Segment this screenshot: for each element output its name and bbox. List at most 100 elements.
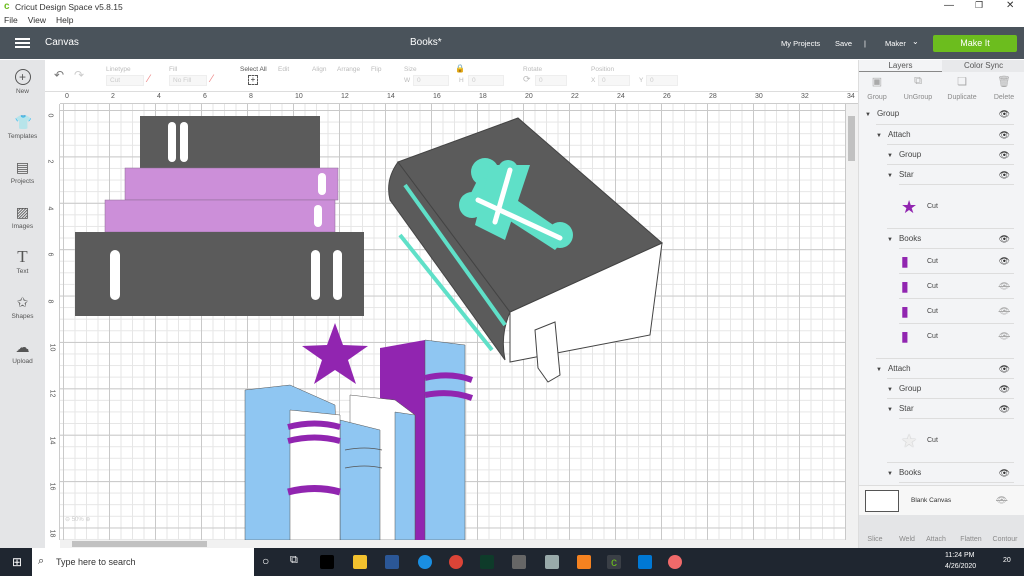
fill-select[interactable]: No Fill xyxy=(169,75,207,86)
standing-books-artwork[interactable] xyxy=(244,323,474,540)
stacked-books-artwork[interactable] xyxy=(75,116,364,316)
blank-canvas-row[interactable]: Blank Canvas 👁 xyxy=(859,485,1024,515)
save-button[interactable]: Save xyxy=(835,39,852,48)
caret-down-icon[interactable]: ▼ xyxy=(876,367,882,373)
eye-hidden-icon[interactable]: 👁 xyxy=(999,274,1010,299)
close-button[interactable]: ✕ xyxy=(1006,0,1014,11)
zoom-in-button[interactable]: ⊕ xyxy=(85,517,90,523)
layer-row[interactable]: ▼ Group 👁 xyxy=(887,144,1014,164)
taskbar-search-input[interactable]: Type here to search xyxy=(32,548,254,576)
layer-row[interactable]: ★ Cut xyxy=(899,418,1014,462)
taskbar-app-icon[interactable] xyxy=(480,555,494,569)
word-icon[interactable] xyxy=(385,555,399,569)
scroll-thumb[interactable] xyxy=(72,541,207,547)
eye-hidden-icon[interactable]: 👁 xyxy=(999,299,1010,324)
caret-down-icon[interactable]: ▼ xyxy=(887,471,893,477)
group-button[interactable]: Group xyxy=(856,93,898,102)
height-input[interactable]: 0 xyxy=(468,75,504,86)
y-input[interactable]: 0 xyxy=(646,75,678,86)
contour-button[interactable]: Contour xyxy=(984,535,1024,544)
clock-time[interactable]: 11:24 PM xyxy=(945,552,974,559)
arrange-label[interactable]: Arrange xyxy=(337,66,360,73)
sidebar-item-upload[interactable]: ☁ Upload xyxy=(0,339,45,365)
redo-icon[interactable]: ↷ xyxy=(74,68,84,82)
eye-icon[interactable]: 👁 xyxy=(999,145,1010,165)
caret-down-icon[interactable]: ▼ xyxy=(887,153,893,159)
make-it-button[interactable]: Make It xyxy=(933,35,1017,52)
layer-row[interactable]: ▼ Group 👁 xyxy=(865,104,1014,124)
caret-down-icon[interactable]: ▼ xyxy=(887,173,893,179)
delete-button[interactable]: Delete xyxy=(983,93,1024,102)
layer-row[interactable]: ▼ Star 👁 xyxy=(887,398,1014,418)
taskbar-app-icon[interactable] xyxy=(512,555,526,569)
internet-explorer-icon[interactable] xyxy=(418,555,432,569)
linetype-select[interactable]: Cut xyxy=(106,75,144,86)
rotate-input[interactable]: 0 xyxy=(535,75,567,86)
select-all-label[interactable]: Select All xyxy=(240,66,267,73)
sidebar-item-text[interactable]: T Text xyxy=(0,248,45,275)
design-canvas[interactable]: ⊖ 50% ⊕ xyxy=(60,104,846,540)
layer-row[interactable]: ▮ Cut 👁 xyxy=(899,298,1014,323)
layer-row[interactable]: ▮ Cut 👁 xyxy=(899,323,1014,348)
layer-row[interactable]: ▼ Books 👁 xyxy=(887,228,1014,248)
my-projects-link[interactable]: My Projects xyxy=(781,39,820,48)
eye-hidden-icon[interactable]: 👁 xyxy=(996,495,1007,506)
caret-down-icon[interactable]: ▼ xyxy=(887,237,893,243)
layer-row[interactable]: ▮ Cut 👁 xyxy=(899,482,1014,484)
menu-view[interactable]: View xyxy=(28,15,46,25)
sidebar-item-images[interactable]: ▨ Images xyxy=(0,204,45,230)
fill-color-swatch[interactable]: ⁄ xyxy=(211,73,213,85)
tab-layers[interactable]: Layers xyxy=(859,60,942,72)
duplicate-button[interactable]: Duplicate xyxy=(941,93,983,102)
caret-down-icon[interactable]: ▼ xyxy=(887,387,893,393)
windows-start-icon[interactable]: ⊞ xyxy=(12,555,22,569)
taskbar-app-icon[interactable] xyxy=(668,555,682,569)
menu-help[interactable]: Help xyxy=(56,15,73,25)
scroll-thumb[interactable] xyxy=(848,116,855,161)
caret-down-icon[interactable]: ▼ xyxy=(876,133,882,139)
sidebar-item-templates[interactable]: 👕 Templates xyxy=(0,114,45,140)
layer-row[interactable]: ▮ Cut 👁 xyxy=(899,248,1014,273)
sidebar-item-projects[interactable]: ▤ Projects xyxy=(0,159,45,185)
edit-label[interactable]: Edit xyxy=(278,66,289,73)
horizontal-scrollbar[interactable] xyxy=(60,540,858,548)
flip-label[interactable]: Flip xyxy=(371,66,381,73)
cortana-icon[interactable]: ○ xyxy=(262,554,269,568)
vertical-scrollbar[interactable] xyxy=(846,104,858,540)
zoom-out-button[interactable]: ⊖ xyxy=(65,517,70,523)
sidebar-item-new[interactable]: + New xyxy=(0,69,45,95)
eye-icon[interactable]: 👁 xyxy=(999,249,1010,274)
layer-row[interactable]: ▼ Attach 👁 xyxy=(876,358,1014,378)
eye-icon[interactable]: 👁 xyxy=(999,125,1010,145)
caret-down-icon[interactable]: ▼ xyxy=(887,407,893,413)
layer-row[interactable]: ▼ Attach 👁 xyxy=(876,124,1014,144)
align-label[interactable]: Align xyxy=(312,66,326,73)
layer-row[interactable]: ▮ Cut 👁 xyxy=(899,273,1014,298)
canvas-swatch[interactable] xyxy=(865,490,899,512)
layer-row[interactable]: ▼ Books 👁 xyxy=(887,462,1014,482)
eye-icon[interactable]: 👁 xyxy=(999,104,1010,124)
file-explorer-icon[interactable] xyxy=(353,555,367,569)
layer-row[interactable]: ▼ Star 👁 xyxy=(887,164,1014,184)
eye-hidden-icon[interactable]: 👁 xyxy=(999,483,1010,484)
taskbar-app-icon[interactable] xyxy=(577,555,591,569)
linetype-color-swatch[interactable]: ⁄ xyxy=(148,73,150,85)
eye-icon[interactable]: 👁 xyxy=(999,399,1010,419)
hamburger-menu-icon[interactable] xyxy=(15,38,30,48)
restore-button[interactable]: ❐ xyxy=(975,0,983,11)
menu-file[interactable]: File xyxy=(4,15,18,25)
tab-color-sync[interactable]: Color Sync xyxy=(942,60,1024,72)
lock-icon[interactable]: 🔒 xyxy=(455,64,465,73)
cricut-taskbar-icon[interactable]: c xyxy=(607,555,621,569)
chrome-icon[interactable] xyxy=(449,555,463,569)
eye-icon[interactable]: 👁 xyxy=(999,463,1010,483)
zoom-control[interactable]: ⊖ 50% ⊕ xyxy=(65,516,90,523)
layer-row[interactable]: ▼ Group 👁 xyxy=(887,378,1014,398)
width-input[interactable]: 0 xyxy=(413,75,449,86)
eye-icon[interactable]: 👁 xyxy=(999,379,1010,399)
select-all-icon[interactable]: + xyxy=(248,75,258,85)
caret-down-icon[interactable]: ▼ xyxy=(865,112,871,118)
eye-icon[interactable]: 👁 xyxy=(999,229,1010,249)
machine-select[interactable]: Maker xyxy=(885,39,906,48)
undo-icon[interactable]: ↶ xyxy=(54,68,64,82)
